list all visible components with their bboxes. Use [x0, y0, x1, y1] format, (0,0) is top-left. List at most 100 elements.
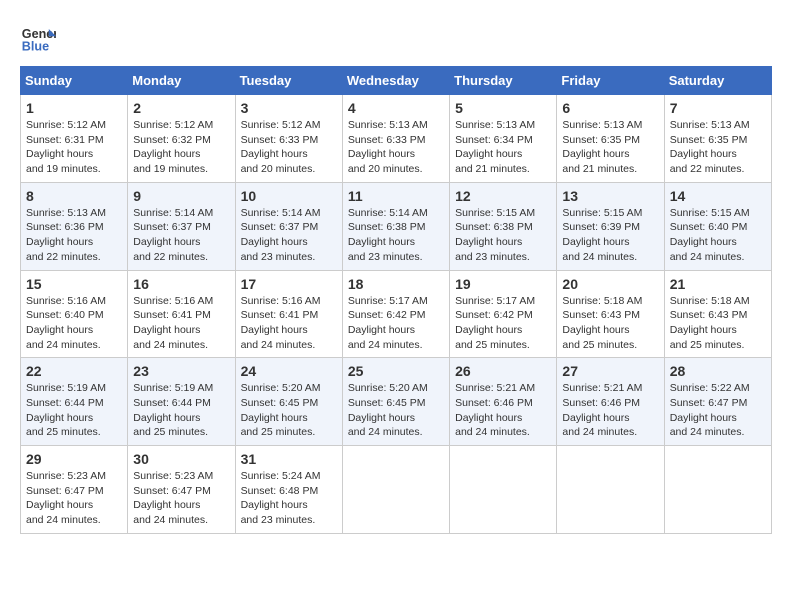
col-header-thursday: Thursday	[450, 67, 557, 95]
svg-text:Blue: Blue	[22, 40, 49, 54]
day-info: Sunrise: 5:19 AMSunset: 6:44 PMDaylight …	[26, 381, 122, 440]
day-number: 18	[348, 276, 444, 292]
calendar-table: SundayMondayTuesdayWednesdayThursdayFrid…	[20, 66, 772, 534]
table-row	[342, 446, 449, 534]
table-row: 1 Sunrise: 5:12 AMSunset: 6:31 PMDaylight…	[21, 95, 128, 183]
table-row: 15 Sunrise: 5:16 AMSunset: 6:40 PMDayligh…	[21, 270, 128, 358]
table-row: 4 Sunrise: 5:13 AMSunset: 6:33 PMDaylight…	[342, 95, 449, 183]
day-number: 24	[241, 363, 337, 379]
day-number: 17	[241, 276, 337, 292]
day-info: Sunrise: 5:18 AMSunset: 6:43 PMDaylight …	[670, 294, 766, 353]
table-row: 3 Sunrise: 5:12 AMSunset: 6:33 PMDaylight…	[235, 95, 342, 183]
day-number: 29	[26, 451, 122, 467]
table-row: 9 Sunrise: 5:14 AMSunset: 6:37 PMDaylight…	[128, 182, 235, 270]
day-number: 4	[348, 100, 444, 116]
day-info: Sunrise: 5:13 AMSunset: 6:33 PMDaylight …	[348, 118, 444, 177]
logo-icon: General Blue	[20, 20, 56, 56]
day-info: Sunrise: 5:16 AMSunset: 6:41 PMDaylight …	[133, 294, 229, 353]
table-row	[557, 446, 664, 534]
day-number: 1	[26, 100, 122, 116]
day-number: 20	[562, 276, 658, 292]
day-number: 15	[26, 276, 122, 292]
day-number: 6	[562, 100, 658, 116]
day-number: 28	[670, 363, 766, 379]
table-row: 23Sunrise: 5:19 AMSunset: 6:44 PMDayligh…	[128, 358, 235, 446]
day-number: 30	[133, 451, 229, 467]
table-row: 8 Sunrise: 5:13 AMSunset: 6:36 PMDaylight…	[21, 182, 128, 270]
table-row: 28 Sunrise: 5:22 AMSunset: 6:47 PMDayligh…	[664, 358, 771, 446]
col-header-friday: Friday	[557, 67, 664, 95]
day-number: 11	[348, 188, 444, 204]
table-row: 7 Sunrise: 5:13 AMSunset: 6:35 PMDaylight…	[664, 95, 771, 183]
day-info: Sunrise: 5:20 AMSunset: 6:45 PMDaylight …	[348, 381, 444, 440]
day-info: Sunrise: 5:22 AMSunset: 6:47 PMDaylight …	[670, 381, 766, 440]
table-row: 25 Sunrise: 5:20 AMSunset: 6:45 PMDayligh…	[342, 358, 449, 446]
day-number: 2	[133, 100, 229, 116]
col-header-tuesday: Tuesday	[235, 67, 342, 95]
table-row: 30 Sunrise: 5:23 AMSunset: 6:47 PMDayligh…	[128, 446, 235, 534]
table-row: 29 Sunrise: 5:23 AMSunset: 6:47 PMDayligh…	[21, 446, 128, 534]
page-header: General Blue	[20, 20, 772, 56]
day-number: 22	[26, 363, 122, 379]
day-number: 8	[26, 188, 122, 204]
day-number: 27	[562, 363, 658, 379]
day-info: Sunrise: 5:14 AMSunset: 6:37 PMDaylight …	[241, 206, 337, 265]
table-row	[664, 446, 771, 534]
day-info: Sunrise: 5:17 AMSunset: 6:42 PMDaylight …	[348, 294, 444, 353]
day-number: 19	[455, 276, 551, 292]
day-info: Sunrise: 5:14 AMSunset: 6:38 PMDaylight …	[348, 206, 444, 265]
table-row: 26 Sunrise: 5:21 AMSunset: 6:46 PMDayligh…	[450, 358, 557, 446]
day-info: Sunrise: 5:14 AMSunset: 6:37 PMDaylight …	[133, 206, 229, 265]
day-info: Sunrise: 5:16 AMSunset: 6:41 PMDaylight …	[241, 294, 337, 353]
day-info: Sunrise: 5:19 AMSunset: 6:44 PMDaylight …	[133, 381, 229, 440]
day-info: Sunrise: 5:13 AMSunset: 6:34 PMDaylight …	[455, 118, 551, 177]
day-info: Sunrise: 5:12 AMSunset: 6:31 PMDaylight …	[26, 118, 122, 177]
table-row	[450, 446, 557, 534]
table-row: 10 Sunrise: 5:14 AMSunset: 6:37 PMDayligh…	[235, 182, 342, 270]
day-info: Sunrise: 5:13 AMSunset: 6:36 PMDaylight …	[26, 206, 122, 265]
day-info: Sunrise: 5:15 AMSunset: 6:38 PMDaylight …	[455, 206, 551, 265]
table-row: 31Sunrise: 5:24 AMSunset: 6:48 PMDayligh…	[235, 446, 342, 534]
col-header-wednesday: Wednesday	[342, 67, 449, 95]
day-number: 9	[133, 188, 229, 204]
table-row: 19 Sunrise: 5:17 AMSunset: 6:42 PMDayligh…	[450, 270, 557, 358]
day-number: 25	[348, 363, 444, 379]
day-number: 12	[455, 188, 551, 204]
table-row: 22 Sunrise: 5:19 AMSunset: 6:44 PMDayligh…	[21, 358, 128, 446]
day-info: Sunrise: 5:16 AMSunset: 6:40 PMDaylight …	[26, 294, 122, 353]
col-header-saturday: Saturday	[664, 67, 771, 95]
table-row: 14Sunrise: 5:15 AMSunset: 6:40 PMDayligh…	[664, 182, 771, 270]
day-info: Sunrise: 5:12 AMSunset: 6:32 PMDaylight …	[133, 118, 229, 177]
day-number: 26	[455, 363, 551, 379]
table-row: 17 Sunrise: 5:16 AMSunset: 6:41 PMDayligh…	[235, 270, 342, 358]
day-info: Sunrise: 5:18 AMSunset: 6:43 PMDaylight …	[562, 294, 658, 353]
day-number: 3	[241, 100, 337, 116]
day-info: Sunrise: 5:17 AMSunset: 6:42 PMDaylight …	[455, 294, 551, 353]
day-info: Sunrise: 5:21 AMSunset: 6:46 PMDaylight …	[455, 381, 551, 440]
day-number: 13	[562, 188, 658, 204]
table-row: 12 Sunrise: 5:15 AMSunset: 6:38 PMDayligh…	[450, 182, 557, 270]
table-row: 21 Sunrise: 5:18 AMSunset: 6:43 PMDayligh…	[664, 270, 771, 358]
day-info: Sunrise: 5:20 AMSunset: 6:45 PMDaylight …	[241, 381, 337, 440]
day-info: Sunrise: 5:15 AMSunset: 6:39 PMDaylight …	[562, 206, 658, 265]
day-info: Sunrise: 5:23 AMSunset: 6:47 PMDaylight …	[133, 469, 229, 528]
day-info: Sunrise: 5:23 AMSunset: 6:47 PMDaylight …	[26, 469, 122, 528]
col-header-sunday: Sunday	[21, 67, 128, 95]
table-row: 18 Sunrise: 5:17 AMSunset: 6:42 PMDayligh…	[342, 270, 449, 358]
logo: General Blue	[20, 20, 60, 56]
day-number: 31	[241, 451, 337, 467]
day-number: 14	[670, 188, 766, 204]
day-number: 21	[670, 276, 766, 292]
table-row: 20 Sunrise: 5:18 AMSunset: 6:43 PMDayligh…	[557, 270, 664, 358]
day-info: Sunrise: 5:12 AMSunset: 6:33 PMDaylight …	[241, 118, 337, 177]
day-number: 7	[670, 100, 766, 116]
table-row: 16 Sunrise: 5:16 AMSunset: 6:41 PMDayligh…	[128, 270, 235, 358]
table-row: 2 Sunrise: 5:12 AMSunset: 6:32 PMDaylight…	[128, 95, 235, 183]
day-info: Sunrise: 5:21 AMSunset: 6:46 PMDaylight …	[562, 381, 658, 440]
table-row: 5 Sunrise: 5:13 AMSunset: 6:34 PMDaylight…	[450, 95, 557, 183]
table-row: 27 Sunrise: 5:21 AMSunset: 6:46 PMDayligh…	[557, 358, 664, 446]
day-number: 5	[455, 100, 551, 116]
day-info: Sunrise: 5:13 AMSunset: 6:35 PMDaylight …	[670, 118, 766, 177]
day-number: 16	[133, 276, 229, 292]
day-number: 10	[241, 188, 337, 204]
